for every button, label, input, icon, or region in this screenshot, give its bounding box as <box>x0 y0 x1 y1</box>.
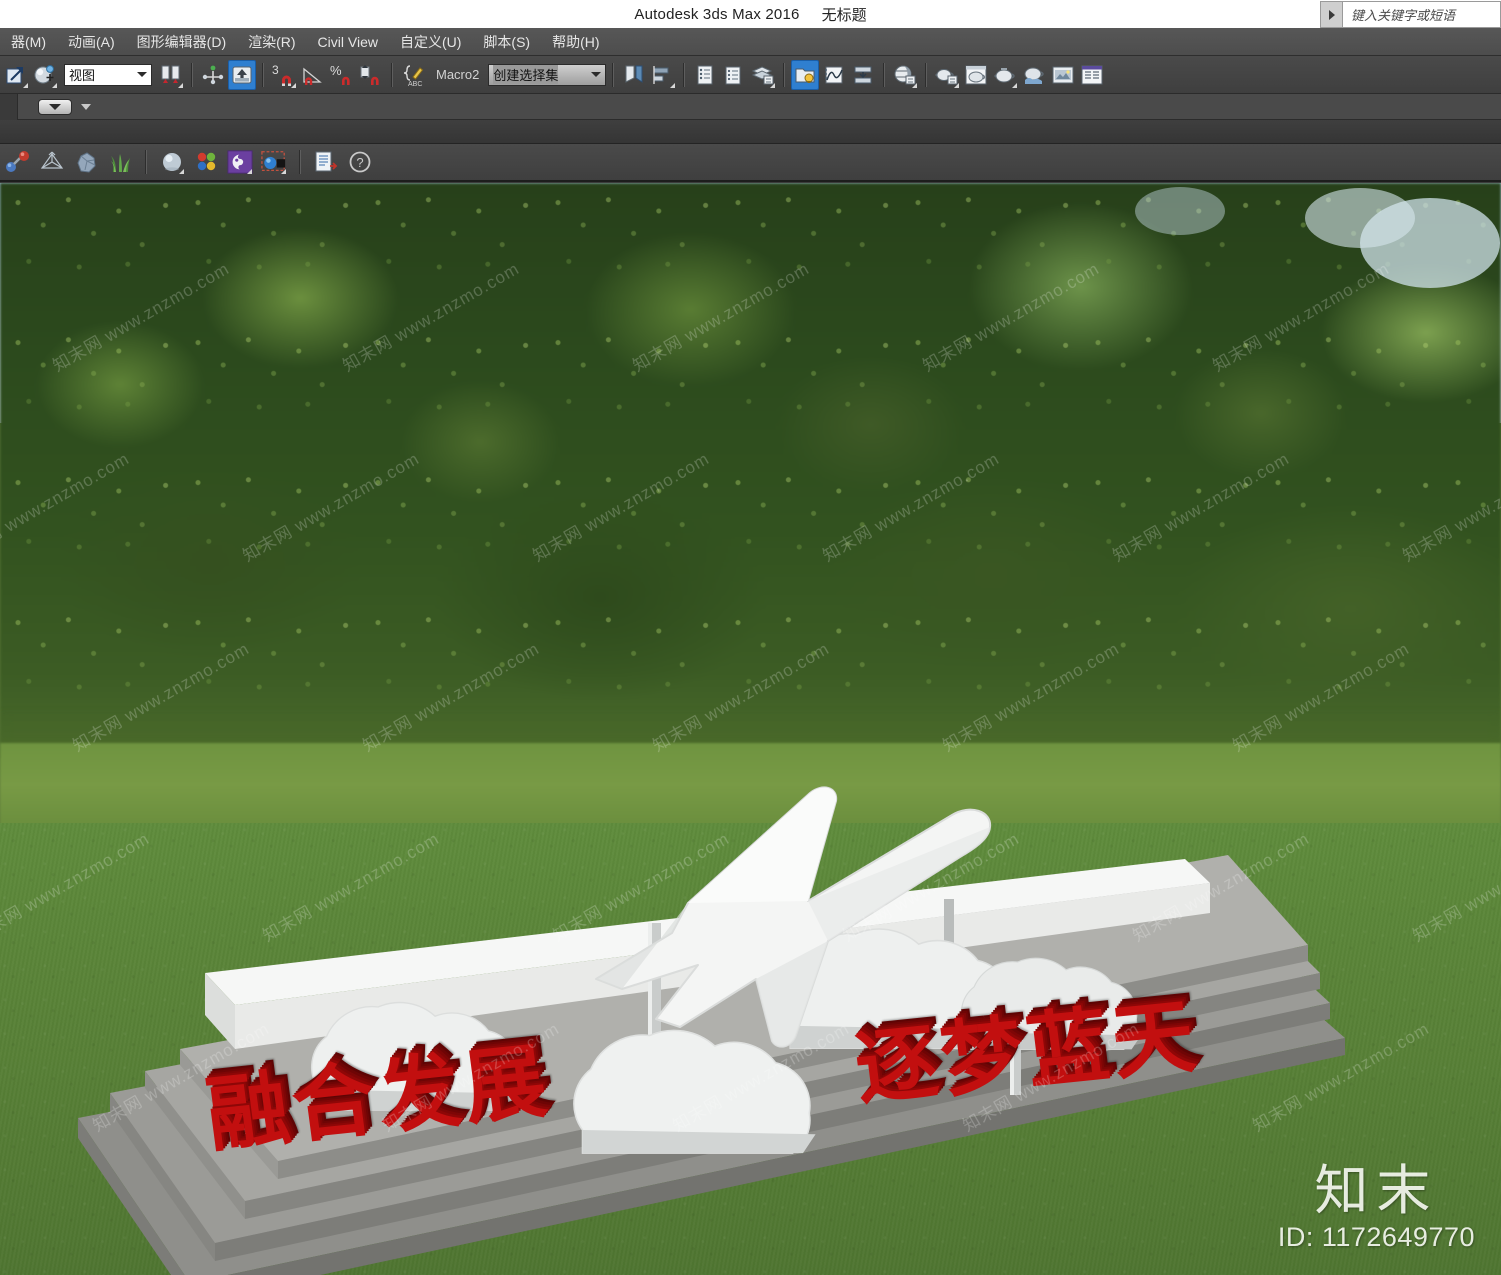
ref-coord-value: 视图 <box>69 68 96 83</box>
dropdown-pill-icon[interactable] <box>38 98 72 115</box>
rendered-frame-window-button[interactable] <box>962 60 990 90</box>
menu-bar: 器(M) 动画(A) 图形编辑器(D) 渲染(R) Civil View 自定义… <box>0 28 1501 56</box>
menu-graph-editors[interactable]: 图形编辑器(D) <box>126 29 237 55</box>
menu-modifiers[interactable]: 器(M) <box>0 29 57 55</box>
menu-civil-view[interactable]: Civil View <box>307 31 389 53</box>
question-mark-icon[interactable]: ? <box>346 148 374 176</box>
ribbon-strip-row <box>0 93 1501 120</box>
render-setup-button[interactable] <box>933 60 961 90</box>
manage-layers-button[interactable] <box>749 60 777 90</box>
svg-text:?: ? <box>356 155 363 170</box>
play-arrow-icon[interactable] <box>1321 2 1343 27</box>
render-production-button[interactable] <box>991 60 1019 90</box>
cloud-shape-center <box>573 1029 816 1154</box>
snaps-toggle-button[interactable]: 3 <box>270 60 298 90</box>
schematic-view-button[interactable] <box>849 60 877 90</box>
molecule-icon[interactable] <box>4 148 32 176</box>
toggle-scene-explorer-button[interactable] <box>791 59 820 90</box>
search-placeholder: 键入关键字或短语 <box>1351 8 1456 23</box>
document-name: 无标题 <box>821 6 867 24</box>
app-title: Autodesk 3ds Max 2016 <box>634 5 800 23</box>
render-iterative-button[interactable] <box>1020 60 1048 90</box>
menu-rendering[interactable]: 渲染(R) <box>237 29 306 55</box>
use-pivot-point-center-button[interactable] <box>157 60 185 90</box>
secondary-toolbar: ? <box>0 144 1501 182</box>
render-in-cloud-button[interactable] <box>1049 60 1077 90</box>
chevron-down-icon[interactable] <box>81 103 91 110</box>
color-balls-icon[interactable] <box>192 148 220 176</box>
empty-toolbar-row <box>0 120 1501 144</box>
document-arrow-icon[interactable] <box>312 148 340 176</box>
named-selection-set-combo[interactable]: 创建选择集 <box>488 63 607 86</box>
menu-help[interactable]: 帮助(H) <box>541 29 610 55</box>
main-toolbar: 视图 3 % ABC Macro2 创建选择集 <box>0 56 1501 94</box>
grass-icon[interactable] <box>106 148 134 176</box>
gray-sphere-icon[interactable] <box>158 148 186 176</box>
svg-text:3: 3 <box>272 63 279 77</box>
angle-snap-toggle-button[interactable] <box>299 60 327 90</box>
named-selection-set-value: 创建选择集 <box>493 65 559 84</box>
ribbon-tab-stub[interactable] <box>0 93 18 120</box>
scene-explorer-button[interactable] <box>720 60 748 90</box>
svg-text:ABC: ABC <box>408 81 422 87</box>
blue-ball-marquee-icon[interactable] <box>260 148 288 176</box>
title-bar: Autodesk 3ds Max 2016 无标题 键入关键字或短语 <box>0 0 1501 28</box>
menu-customize[interactable]: 自定义(U) <box>389 29 472 55</box>
open-asset-tracking-button[interactable] <box>1078 60 1106 90</box>
material-editor-button[interactable] <box>891 60 919 90</box>
layer-explorer-button[interactable] <box>691 60 719 90</box>
select-and-place-button[interactable] <box>228 59 256 90</box>
edit-named-selection-sets-button[interactable]: ABC <box>399 60 427 90</box>
purple-palette-icon[interactable] <box>226 148 254 176</box>
spinner-snap-toggle-button[interactable] <box>357 60 385 90</box>
mirror-button[interactable] <box>620 60 648 90</box>
macro-label: Macro2 <box>436 67 480 82</box>
percent-snap-toggle-button[interactable]: % <box>328 60 356 90</box>
quick-search-box[interactable]: 键入关键字或短语 <box>1320 1 1501 28</box>
menu-animation[interactable]: 动画(A) <box>57 29 126 55</box>
select-and-move-button[interactable] <box>31 60 59 90</box>
rock-mesh-icon[interactable] <box>72 148 100 176</box>
align-button[interactable] <box>649 60 677 90</box>
svg-text:%: % <box>330 63 342 78</box>
use-selection-center-button[interactable] <box>199 60 227 90</box>
wireframe-pyramid-icon[interactable] <box>38 148 66 176</box>
menu-scripting[interactable]: 脚本(S) <box>472 29 541 55</box>
reference-coordinate-system-combo[interactable]: 视图 <box>64 63 152 86</box>
chevron-down-icon[interactable] <box>135 68 149 82</box>
viewport-render[interactable]: 融合发展 逐梦蓝天 知末网 www.znzmo.com 知末网 www.znzm… <box>0 183 1501 1275</box>
curve-editor-button[interactable] <box>820 60 848 90</box>
chevron-down-icon[interactable] <box>589 68 603 82</box>
select-and-link-button[interactable] <box>2 60 30 90</box>
